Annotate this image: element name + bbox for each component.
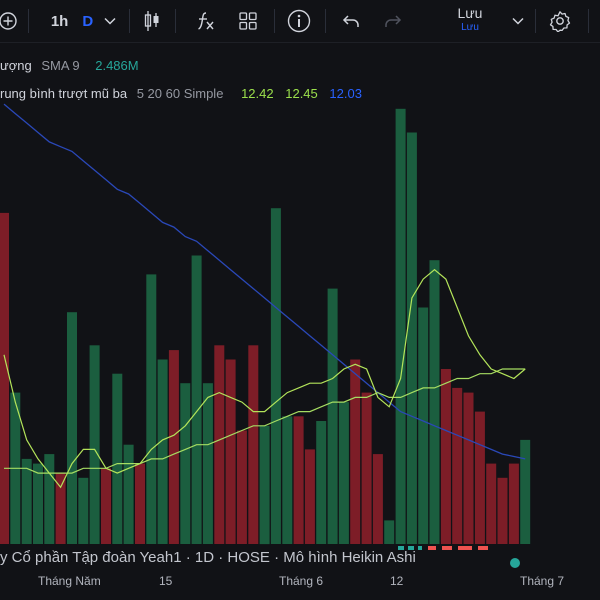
volume-bar (440, 369, 451, 544)
save-button[interactable]: Lưu Lưu (445, 4, 495, 38)
volume-bar (497, 477, 508, 544)
ema-legend[interactable]: rung bình trượt mũ ba 5 20 60 Simple 12.… (0, 86, 362, 101)
time-axis-tick: Tháng 7 (520, 574, 565, 588)
save-label: Lưu (457, 5, 483, 21)
volume-bar (248, 345, 259, 544)
settings-button[interactable] (546, 0, 574, 42)
volume-bar (67, 312, 77, 544)
volume-legend[interactable]: ượng SMA 9 2.486M (0, 58, 139, 73)
time-axis-tick: 15 (159, 574, 173, 588)
volume-bar (180, 383, 191, 544)
volume-bar (146, 274, 157, 544)
redo-button[interactable] (380, 0, 406, 42)
ema-legend-value-3: 12.03 (329, 86, 362, 101)
save-dropdown-button[interactable] (508, 0, 528, 42)
volume-bar (282, 416, 293, 544)
volume-bar (236, 430, 247, 544)
settings-icon (549, 11, 571, 32)
top-toolbar: 1h D Lưu Lưu (0, 0, 600, 43)
volume-bar (429, 260, 440, 544)
volume-bar (168, 350, 179, 544)
volume-bar (191, 255, 202, 544)
toolbar-divider (175, 9, 176, 33)
volume-bar (372, 454, 383, 544)
templates-icon (239, 12, 257, 30)
volume-bar (259, 425, 270, 545)
volume-bar (395, 108, 406, 545)
volume-bar (406, 132, 417, 544)
toolbar-divider (274, 9, 275, 33)
volume-bar (486, 463, 497, 544)
volume-bar (508, 463, 519, 544)
toolbar-divider (325, 9, 326, 33)
volume-bar (361, 392, 372, 544)
volume-bar (293, 416, 304, 544)
volume-bar (157, 359, 168, 544)
volume-legend-value: 2.486M (95, 58, 139, 73)
toolbar-divider (28, 9, 29, 33)
volume-bar (327, 288, 338, 544)
ema-legend-params: 5 20 60 Simple (136, 86, 224, 101)
ema-legend-name: rung bình trượt mũ ba (0, 86, 128, 101)
add-symbol-icon (0, 12, 17, 30)
indicators-button[interactable] (190, 0, 220, 42)
toolbar-divider (129, 9, 130, 33)
info-button[interactable] (285, 0, 313, 42)
indicators-icon (198, 12, 214, 30)
volume-bar (452, 387, 463, 544)
save-sub-label: Lưu (461, 22, 479, 33)
volume-bar (225, 359, 236, 544)
volume-legend-name: ượng (0, 58, 32, 73)
volume-bar (350, 359, 361, 544)
chevron-down-icon (104, 17, 116, 25)
volume-bar (214, 345, 225, 544)
time-axis-tick: Tháng Năm (38, 574, 101, 588)
volume-bar (202, 383, 213, 544)
volume-bar (384, 520, 395, 544)
volume-bar (21, 458, 32, 544)
volume-bar (78, 477, 89, 544)
interval-label: 1h (50, 12, 69, 30)
volume-bar (123, 444, 134, 544)
volume-bar (338, 402, 349, 544)
volume-bar (304, 449, 315, 544)
time-axis-tick: 12 (390, 574, 404, 588)
interval-dropdown-button[interactable] (100, 0, 120, 42)
time-axis-tick: Tháng 6 (279, 574, 324, 588)
chevron-down-icon (512, 17, 524, 25)
toolbar-divider (535, 9, 536, 33)
volume-legend-sma: SMA 9 (41, 58, 80, 73)
volume-bar (520, 439, 531, 544)
undo-icon (342, 15, 359, 27)
toolbar-divider (588, 9, 589, 33)
volume-bar (33, 463, 43, 544)
volume-bar (316, 421, 327, 544)
ema-legend-value-1: 12.42 (241, 86, 274, 101)
volume-chart[interactable] (0, 43, 600, 570)
volume-bar (270, 208, 281, 544)
interval-accent-label: D (82, 12, 94, 30)
market-status-dot (510, 558, 520, 568)
volume-bar (418, 307, 429, 544)
interval-button[interactable]: 1h D (44, 0, 100, 42)
time-axis: Tháng Năm 15 Tháng 6 12 Tháng 7 (0, 570, 600, 600)
volume-bar (101, 468, 111, 544)
chart-type-button[interactable] (138, 0, 166, 42)
templates-button[interactable] (234, 0, 262, 42)
undo-button[interactable] (338, 0, 364, 42)
volume-bar (0, 212, 9, 544)
ema-legend-value-2: 12.45 (285, 86, 318, 101)
volume-bar (44, 454, 55, 544)
volume-bar (463, 392, 474, 544)
volume-bar (112, 373, 123, 544)
volume-bar (89, 345, 100, 544)
volume-bar (135, 463, 145, 544)
add-symbol-button[interactable] (0, 0, 20, 42)
info-icon (287, 9, 311, 33)
volume-bar (474, 411, 485, 544)
candlestick-icon (144, 11, 159, 31)
redo-icon (385, 15, 402, 27)
